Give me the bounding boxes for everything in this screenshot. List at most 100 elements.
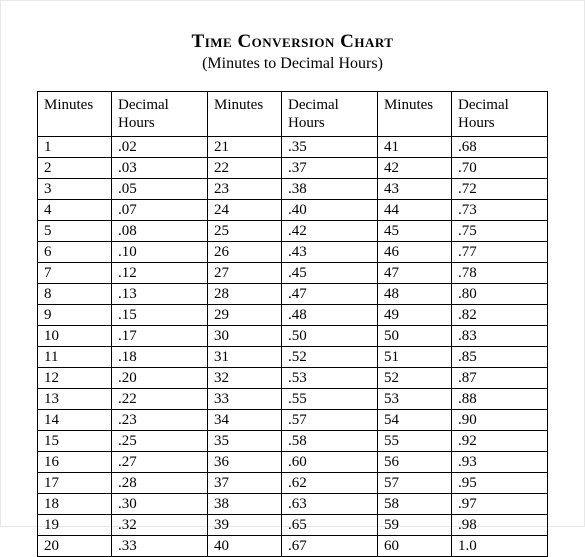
cell-minutes: 22 xyxy=(207,158,281,179)
cell-minutes: 3 xyxy=(38,179,112,200)
cell-decimal: .83 xyxy=(451,326,547,347)
page-subtitle: (Minutes to Decimal Hours) xyxy=(37,55,548,73)
table-row: 14.2334.5754.90 xyxy=(38,410,548,431)
table-header-row: Minutes Decimal Hours Minutes Decimal Ho… xyxy=(38,92,548,137)
cell-decimal: .45 xyxy=(282,263,378,284)
cell-minutes: 33 xyxy=(207,389,281,410)
cell-minutes: 37 xyxy=(207,473,281,494)
cell-minutes: 40 xyxy=(207,536,281,557)
cell-minutes: 16 xyxy=(38,452,112,473)
cell-decimal: .03 xyxy=(112,158,208,179)
cell-minutes: 17 xyxy=(38,473,112,494)
cell-minutes: 32 xyxy=(207,368,281,389)
cell-minutes: 57 xyxy=(377,473,451,494)
cell-decimal: .13 xyxy=(112,284,208,305)
cell-decimal: .23 xyxy=(112,410,208,431)
cell-minutes: 51 xyxy=(377,347,451,368)
cell-minutes: 11 xyxy=(38,347,112,368)
table-row: 16.2736.6056.93 xyxy=(38,452,548,473)
cell-decimal: .02 xyxy=(112,137,208,158)
table-row: 11.1831.5251.85 xyxy=(38,347,548,368)
cell-minutes: 50 xyxy=(377,326,451,347)
cell-decimal: .97 xyxy=(451,494,547,515)
cell-minutes: 39 xyxy=(207,515,281,536)
cell-decimal: .35 xyxy=(282,137,378,158)
cell-decimal: .25 xyxy=(112,431,208,452)
cell-minutes: 28 xyxy=(207,284,281,305)
cell-decimal: .30 xyxy=(112,494,208,515)
page-title: Time Conversion Chart xyxy=(37,31,548,53)
cell-minutes: 24 xyxy=(207,200,281,221)
cell-decimal: .72 xyxy=(451,179,547,200)
cell-minutes: 12 xyxy=(38,368,112,389)
cell-minutes: 10 xyxy=(38,326,112,347)
cell-decimal: .07 xyxy=(112,200,208,221)
table-row: 1.0221.3541.68 xyxy=(38,137,548,158)
cell-decimal: .20 xyxy=(112,368,208,389)
cell-minutes: 46 xyxy=(377,242,451,263)
cell-decimal: .93 xyxy=(451,452,547,473)
cell-minutes: 21 xyxy=(207,137,281,158)
header-minutes: Minutes xyxy=(207,92,281,137)
cell-minutes: 9 xyxy=(38,305,112,326)
cell-decimal: .67 xyxy=(282,536,378,557)
cell-decimal: .55 xyxy=(282,389,378,410)
cell-minutes: 13 xyxy=(38,389,112,410)
cell-decimal: .98 xyxy=(451,515,547,536)
cell-decimal: .38 xyxy=(282,179,378,200)
cell-minutes: 43 xyxy=(377,179,451,200)
cell-minutes: 42 xyxy=(377,158,451,179)
header-decimal: Decimal Hours xyxy=(451,92,547,137)
cell-minutes: 30 xyxy=(207,326,281,347)
cell-minutes: 4 xyxy=(38,200,112,221)
cell-minutes: 29 xyxy=(207,305,281,326)
table-row: 15.2535.5855.92 xyxy=(38,431,548,452)
cell-minutes: 59 xyxy=(377,515,451,536)
cell-decimal: .88 xyxy=(451,389,547,410)
cell-minutes: 48 xyxy=(377,284,451,305)
cell-minutes: 55 xyxy=(377,431,451,452)
cell-decimal: .37 xyxy=(282,158,378,179)
cell-decimal: .92 xyxy=(451,431,547,452)
table-row: 3.0523.3843.72 xyxy=(38,179,548,200)
cell-decimal: .80 xyxy=(451,284,547,305)
conversion-table: Minutes Decimal Hours Minutes Decimal Ho… xyxy=(37,91,548,557)
cell-decimal: .15 xyxy=(112,305,208,326)
cell-minutes: 44 xyxy=(377,200,451,221)
cell-minutes: 2 xyxy=(38,158,112,179)
cell-minutes: 36 xyxy=(207,452,281,473)
cell-decimal: .58 xyxy=(282,431,378,452)
cell-decimal: .10 xyxy=(112,242,208,263)
table-row: 2.0322.3742.70 xyxy=(38,158,548,179)
cell-decimal: .40 xyxy=(282,200,378,221)
table-row: 9.1529.4849.82 xyxy=(38,305,548,326)
cell-minutes: 27 xyxy=(207,263,281,284)
cell-minutes: 52 xyxy=(377,368,451,389)
header-decimal: Decimal Hours xyxy=(112,92,208,137)
cell-minutes: 20 xyxy=(38,536,112,557)
cell-decimal: .43 xyxy=(282,242,378,263)
header-decimal: Decimal Hours xyxy=(282,92,378,137)
cell-minutes: 23 xyxy=(207,179,281,200)
cell-minutes: 7 xyxy=(38,263,112,284)
cell-minutes: 41 xyxy=(377,137,451,158)
cell-minutes: 18 xyxy=(38,494,112,515)
cell-minutes: 25 xyxy=(207,221,281,242)
header-minutes: Minutes xyxy=(38,92,112,137)
cell-decimal: .22 xyxy=(112,389,208,410)
cell-minutes: 1 xyxy=(38,137,112,158)
cell-minutes: 15 xyxy=(38,431,112,452)
cell-decimal: .95 xyxy=(451,473,547,494)
cell-decimal: .53 xyxy=(282,368,378,389)
cell-decimal: .70 xyxy=(451,158,547,179)
table-row: 20.3340.67601.0 xyxy=(38,536,548,557)
cell-decimal: 1.0 xyxy=(451,536,547,557)
cell-minutes: 35 xyxy=(207,431,281,452)
header-minutes: Minutes xyxy=(377,92,451,137)
cell-decimal: .48 xyxy=(282,305,378,326)
cell-decimal: .85 xyxy=(451,347,547,368)
cell-minutes: 14 xyxy=(38,410,112,431)
cell-decimal: .42 xyxy=(282,221,378,242)
cell-decimal: .50 xyxy=(282,326,378,347)
cell-decimal: .17 xyxy=(112,326,208,347)
